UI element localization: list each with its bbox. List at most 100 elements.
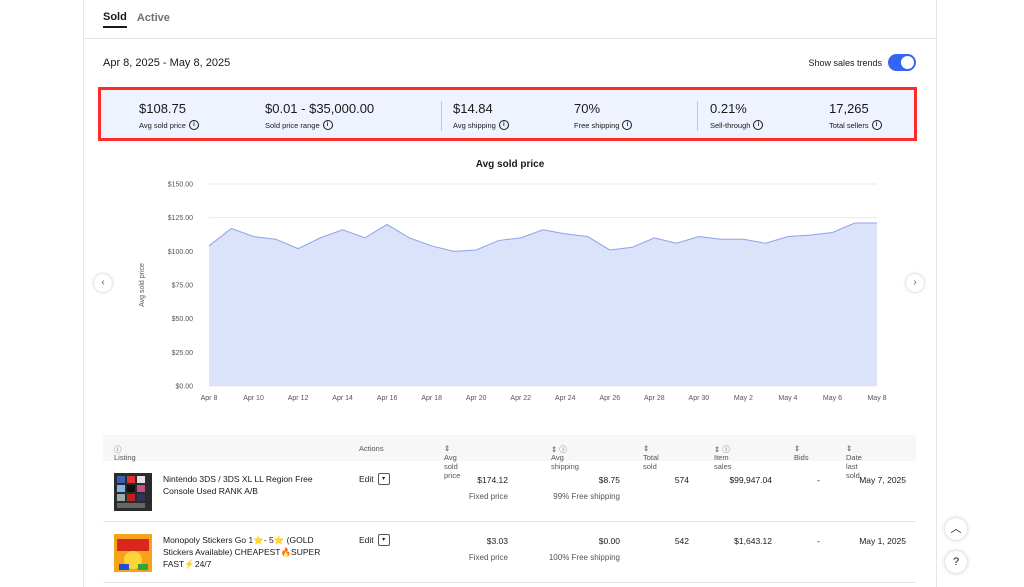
listing-title[interactable]: Nintendo 3DS / 3DS XL LL Region Free Con… bbox=[163, 473, 338, 497]
info-icon[interactable]: i bbox=[753, 120, 764, 130]
x-tick-label: Apr 14 bbox=[332, 395, 353, 402]
tabs-divider bbox=[84, 38, 936, 39]
y-tick-label: $125.00 bbox=[168, 215, 193, 222]
stat-divider bbox=[697, 101, 698, 131]
stat-value: 0.21% bbox=[710, 101, 747, 116]
chart-prev-button[interactable]: ‹ bbox=[94, 274, 112, 292]
sales-trends-label: Show sales trends bbox=[808, 57, 882, 68]
avg-price: $174.12 bbox=[477, 475, 508, 485]
stats-summary: $108.75 Avg sold price i $0.01 - $35,000.… bbox=[98, 87, 917, 141]
listing-title[interactable]: Monopoly Stickers Go 1⭐- 5⭐ (GOLD Sticke… bbox=[163, 534, 338, 570]
stat-label: Sold price range bbox=[265, 120, 320, 130]
free-shipping: 100% Free shipping bbox=[548, 553, 620, 562]
date-last-sold: May 7, 2025 bbox=[859, 475, 906, 485]
stat-label: Sell-through bbox=[710, 120, 751, 130]
x-tick-label: May 2 bbox=[734, 395, 753, 402]
area-fill bbox=[209, 223, 877, 386]
research-panel: Sold Active Apr 8, 2025 - May 8, 2025 Sh… bbox=[83, 0, 937, 587]
header-avg-sold-price[interactable]: Avg sold price ⇕ bbox=[444, 444, 460, 480]
tab-sold[interactable]: Sold bbox=[103, 11, 127, 28]
tab-active[interactable]: Active bbox=[137, 12, 170, 27]
info-icon[interactable]: i bbox=[498, 120, 509, 130]
x-tick-label: Apr 16 bbox=[377, 395, 398, 402]
listing-thumbnail-3ds[interactable] bbox=[114, 473, 152, 511]
avg-price: $3.03 bbox=[486, 536, 508, 546]
stat-label: Avg sold price bbox=[139, 120, 186, 130]
tabs: Sold Active bbox=[103, 0, 170, 38]
sales-trends-toggle[interactable] bbox=[888, 54, 916, 71]
price-type: Fixed price bbox=[468, 553, 508, 562]
header-bids[interactable]: Bids ⇕ bbox=[794, 444, 809, 462]
stat-divider bbox=[441, 101, 442, 131]
stat-label: Avg shipping bbox=[453, 120, 496, 130]
chart-next-button[interactable]: › bbox=[906, 274, 924, 292]
stat-value: $0.01 - $35,000.00 bbox=[265, 101, 375, 116]
stat-free-shipping: 70% Free shipping i bbox=[574, 101, 633, 130]
y-axis-label: Avg sold price bbox=[139, 263, 146, 307]
stat-sold-price-range: $0.01 - $35,000.00 Sold price range i bbox=[265, 101, 374, 130]
total-sold: 542 bbox=[674, 536, 689, 546]
x-tick-label: Apr 8 bbox=[201, 395, 218, 402]
x-tick-label: Apr 24 bbox=[555, 395, 576, 402]
info-icon[interactable]: i bbox=[622, 120, 633, 130]
header-total-sold[interactable]: Total sold ⇕ bbox=[643, 444, 659, 471]
listing-thumbnail-monopoly[interactable] bbox=[114, 534, 152, 572]
header-listing[interactable]: Listing ⓘ bbox=[114, 444, 136, 462]
total-sold: 574 bbox=[674, 475, 689, 485]
x-tick-label: Apr 20 bbox=[466, 395, 487, 402]
y-tick-label: $0.00 bbox=[175, 384, 193, 391]
info-icon[interactable]: i bbox=[871, 120, 882, 130]
bids: - bbox=[817, 475, 820, 485]
stat-value: $14.84 bbox=[453, 101, 493, 116]
x-tick-label: May 4 bbox=[778, 395, 797, 402]
table-row: Monopoly Stickers Go 1⭐- 5⭐ (GOLD Sticke… bbox=[103, 522, 916, 583]
header-date-last-sold[interactable]: Date last sold ⇕ bbox=[846, 444, 862, 480]
info-icon[interactable]: i bbox=[188, 120, 199, 130]
stat-value: $108.75 bbox=[139, 101, 186, 116]
y-tick-label: $50.00 bbox=[172, 316, 194, 323]
price-type: Fixed price bbox=[468, 492, 508, 501]
x-tick-label: Apr 10 bbox=[243, 395, 264, 402]
stat-label: Free shipping bbox=[574, 120, 620, 130]
x-tick-label: Apr 12 bbox=[288, 395, 309, 402]
chevron-down-icon[interactable]: ▾ bbox=[377, 534, 390, 546]
shipping: $8.75 bbox=[598, 475, 620, 485]
stat-avg-sold-price: $108.75 Avg sold price i bbox=[139, 101, 199, 130]
x-tick-label: May 8 bbox=[867, 395, 886, 402]
stat-value: 70% bbox=[574, 101, 601, 116]
free-shipping: 99% Free shipping bbox=[553, 492, 620, 501]
y-tick-label: $150.00 bbox=[168, 182, 193, 189]
help-button[interactable]: ? bbox=[945, 551, 967, 573]
y-tick-label: $100.00 bbox=[168, 249, 193, 256]
stat-label: Total sellers bbox=[829, 120, 869, 130]
bids: - bbox=[817, 536, 820, 546]
x-tick-label: Apr 22 bbox=[510, 395, 531, 402]
stat-avg-shipping: $14.84 Avg shipping i bbox=[453, 101, 509, 130]
scroll-top-button[interactable]: ︿ bbox=[945, 518, 967, 540]
table-row: Nintendo 3DS / 3DS XL LL Region Free Con… bbox=[103, 461, 916, 522]
x-tick-label: May 6 bbox=[823, 395, 842, 402]
y-tick-label: $75.00 bbox=[172, 283, 194, 290]
toggle-knob bbox=[901, 56, 914, 69]
header-avg-shipping[interactable]: Avg shipping ⇕ ⓘ bbox=[551, 444, 579, 471]
info-icon[interactable]: i bbox=[322, 120, 333, 130]
chevron-down-icon[interactable]: ▾ bbox=[377, 473, 390, 485]
x-tick-label: Apr 30 bbox=[689, 395, 710, 402]
listings-table: Listing ⓘ Actions Avg sold price ⇕ Avg s… bbox=[103, 435, 916, 583]
edit-action[interactable]: Edit ▾ bbox=[359, 473, 390, 485]
date-range[interactable]: Apr 8, 2025 - May 8, 2025 bbox=[103, 57, 230, 69]
edit-action[interactable]: Edit ▾ bbox=[359, 534, 390, 546]
item-sales: $1,643.12 bbox=[734, 536, 772, 546]
header-item-sales[interactable]: Item sales ⇕ ⓘ bbox=[714, 444, 732, 471]
stat-sell-through: 0.21% Sell-through i bbox=[710, 101, 764, 130]
shipping: $0.00 bbox=[598, 536, 620, 546]
item-sales: $99,947.04 bbox=[729, 475, 772, 485]
date-last-sold: May 1, 2025 bbox=[859, 536, 906, 546]
edit-button[interactable]: Edit bbox=[359, 535, 374, 545]
edit-button[interactable]: Edit bbox=[359, 474, 374, 484]
stat-total-sellers: 17,265 Total sellers i bbox=[829, 101, 882, 130]
x-tick-label: Apr 28 bbox=[644, 395, 665, 402]
x-tick-label: Apr 26 bbox=[599, 395, 620, 402]
chart-title: Avg sold price bbox=[475, 159, 545, 170]
stat-value: 17,265 bbox=[829, 101, 869, 116]
